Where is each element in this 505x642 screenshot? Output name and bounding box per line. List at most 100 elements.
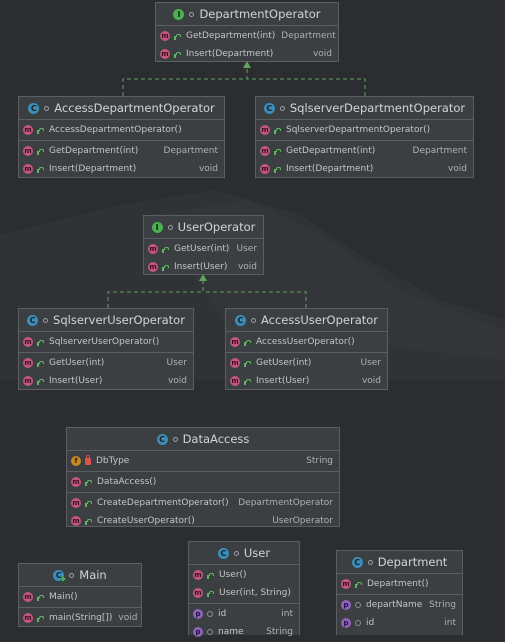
class-icon: C xyxy=(27,315,39,326)
node-header: C Main xyxy=(19,564,141,587)
member-name: main(String[]) xyxy=(49,613,113,623)
member-row[interactable]: m GetDepartment(int) Department xyxy=(256,142,473,160)
public-icon xyxy=(244,378,251,385)
member-row[interactable]: m Main() xyxy=(19,588,141,606)
method-icon: m xyxy=(193,588,203,598)
method-icon: m xyxy=(160,49,170,59)
node-header: C Department xyxy=(337,551,462,574)
member-name: User(int, String) xyxy=(219,588,291,598)
method-icon: m xyxy=(230,358,240,368)
member-row[interactable]: p departName String xyxy=(337,596,462,614)
member-row[interactable]: m CreateDepartmentOperator() DepartmentOpe… xyxy=(67,494,339,512)
member-row[interactable]: p id int xyxy=(337,614,462,632)
constructors-section: m SqlserverDepartmentOperator() xyxy=(256,120,473,141)
methods-section: m GetDepartment(int) Department m Insert(De… xyxy=(19,141,224,179)
public-icon xyxy=(207,572,214,579)
member-row[interactable]: m GetDepartment(int) Department xyxy=(19,142,224,160)
member-row[interactable]: m AccessDepartmentOperator() xyxy=(19,121,224,139)
node-header: C AccessUserOperator xyxy=(226,309,387,332)
member-row[interactable]: m User() xyxy=(189,566,299,584)
methods-section: m main(String[]) void xyxy=(19,608,141,628)
member-row[interactable]: m GetUser(int) User xyxy=(19,354,193,372)
public-icon xyxy=(37,148,44,155)
member-row[interactable]: m Insert(User) void xyxy=(226,372,387,390)
member-type: User xyxy=(236,244,257,254)
node-access-department-operator[interactable]: C AccessDepartmentOperator m AccessDepartm… xyxy=(18,96,225,178)
node-access-user-operator[interactable]: C AccessUserOperator m AccessUserOperator(… xyxy=(225,308,388,390)
class-icon: C xyxy=(263,103,275,114)
member-row[interactable]: m GetUser(int) User xyxy=(226,354,387,372)
member-row[interactable]: m Insert(Department) void xyxy=(156,45,338,63)
member-name: id xyxy=(366,618,375,628)
member-row[interactable]: m SqlserverUserOperator() xyxy=(19,333,193,351)
node-user-operator[interactable]: I UserOperator m GetUser(int) User m Insert(… xyxy=(143,215,264,275)
member-row[interactable]: m DataAccess() xyxy=(67,473,339,491)
properties-section: p departName String p id int xyxy=(337,595,462,633)
member-name: GetDepartment(int) xyxy=(286,146,376,156)
constructors-section: m DataAccess() xyxy=(67,472,339,493)
member-row[interactable]: p id int xyxy=(189,605,299,623)
node-title: Main xyxy=(79,568,107,582)
member-row[interactable]: m SqlserverDepartmentOperator() xyxy=(256,121,473,139)
public-icon xyxy=(85,518,92,525)
public-icon xyxy=(37,339,44,346)
node-department[interactable]: C Department m Department() p departName Str… xyxy=(336,550,463,635)
public-icon xyxy=(37,360,44,367)
member-name: id xyxy=(218,609,227,619)
public-icon xyxy=(37,166,44,173)
member-name: CreateDepartmentOperator() xyxy=(97,498,229,508)
member-name: Insert(User) xyxy=(174,262,228,272)
node-data-access[interactable]: C DataAccess f DbType String m DataAccess() … xyxy=(66,427,340,527)
member-name: Insert(User) xyxy=(256,376,310,386)
node-sqlserver-department-operator[interactable]: C SqlserverDepartmentOperator m SqlserverD… xyxy=(255,96,474,178)
member-type: void xyxy=(312,49,332,59)
properties-section: p id int p name String xyxy=(189,604,299,642)
member-row[interactable]: m CreateUserOperator() UserOperator xyxy=(67,512,339,530)
member-row[interactable]: p name String xyxy=(189,623,299,641)
node-main[interactable]: C Main m Main() m main(String[]) void xyxy=(18,563,142,627)
package-visibility-icon xyxy=(172,437,178,442)
member-row[interactable]: m GetDepartment(int) Department xyxy=(156,27,338,45)
property-icon: p xyxy=(193,609,203,619)
member-row[interactable]: m Insert(User) void xyxy=(19,372,193,390)
method-icon: m xyxy=(71,516,81,526)
node-title: AccessUserOperator xyxy=(260,313,379,327)
member-row[interactable]: m Insert(Department) void xyxy=(256,160,473,178)
methods-section: m GetUser(int) User m Insert(User) void xyxy=(19,353,193,391)
node-user[interactable]: C User m User() m User(int, String) p id int … xyxy=(188,541,300,637)
property-icon: p xyxy=(193,627,203,637)
member-name: CreateUserOperator() xyxy=(97,516,195,526)
member-row[interactable]: m Insert(Department) void xyxy=(19,160,224,178)
node-department-operator[interactable]: I DepartmentOperator m GetDepartment(int) D… xyxy=(155,2,339,62)
public-icon xyxy=(37,127,44,134)
node-sqlserver-user-operator[interactable]: C SqlserverUserOperator m SqlserverUserOpe… xyxy=(18,308,194,390)
class-icon: C xyxy=(234,315,246,326)
member-row[interactable]: m AccessUserOperator() xyxy=(226,333,387,351)
member-name: GetUser(int) xyxy=(256,358,312,368)
node-header: C AccessDepartmentOperator xyxy=(19,97,224,120)
member-name: GetUser(int) xyxy=(174,244,230,254)
method-icon: m xyxy=(23,358,33,368)
public-icon xyxy=(244,360,251,367)
method-icon: m xyxy=(193,570,203,580)
class-icon: C xyxy=(156,434,168,445)
package-visibility-icon xyxy=(250,318,256,323)
member-row[interactable]: m Department() xyxy=(337,575,462,593)
public-icon xyxy=(37,594,44,601)
public-icon xyxy=(162,246,169,253)
method-icon: m xyxy=(230,376,240,386)
member-row[interactable]: m main(String[]) void xyxy=(19,609,141,627)
member-row[interactable]: m GetUser(int) User xyxy=(144,240,263,258)
member-row[interactable]: m Insert(User) void xyxy=(144,258,263,276)
method-icon: m xyxy=(148,244,158,254)
class-icon: C xyxy=(351,557,363,568)
method-icon: m xyxy=(23,613,33,623)
member-type: Department xyxy=(412,146,467,156)
member-row[interactable]: m User(int, String) xyxy=(189,584,299,602)
package-visibility-icon xyxy=(355,602,361,608)
method-icon: m xyxy=(260,146,270,156)
member-row[interactable]: f DbType String xyxy=(67,452,339,470)
package-visibility-icon xyxy=(207,611,213,617)
public-icon xyxy=(174,51,181,58)
member-name: AccessDepartmentOperator() xyxy=(49,125,182,135)
